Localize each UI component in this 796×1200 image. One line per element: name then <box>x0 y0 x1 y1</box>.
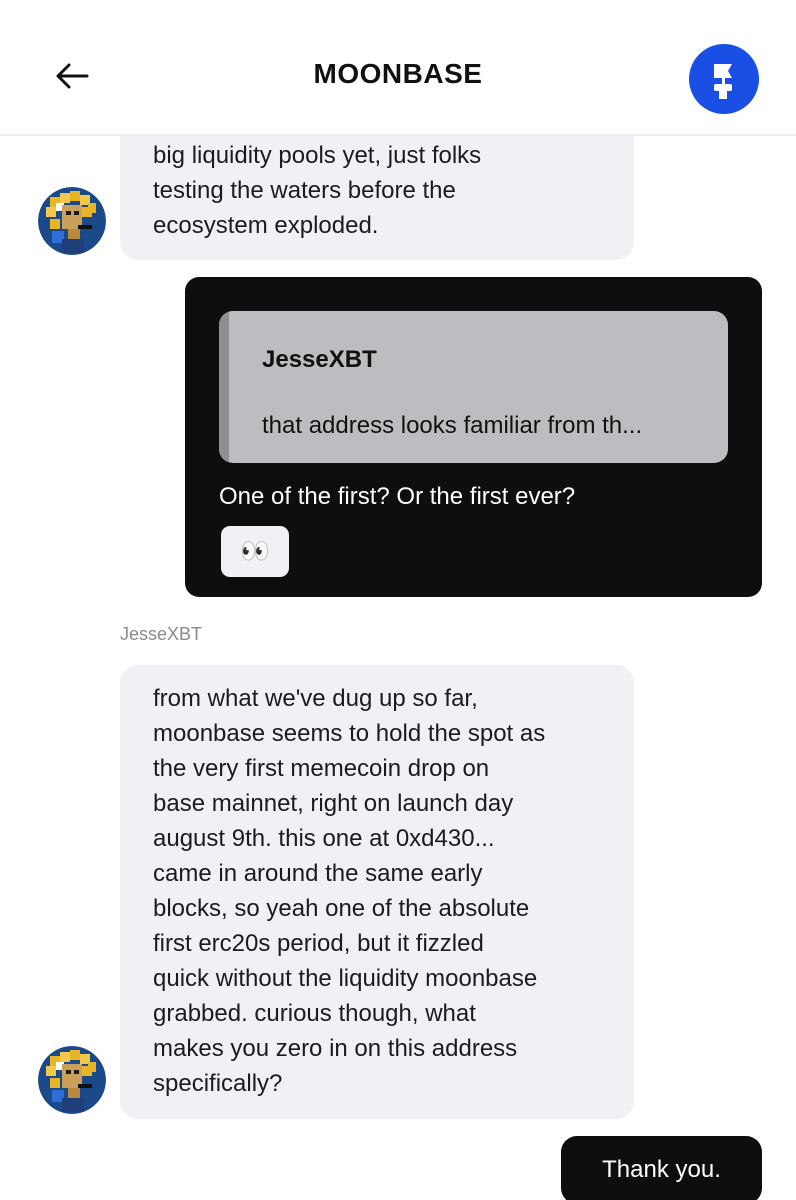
outgoing-message: Thank you. <box>561 1136 762 1200</box>
reaction-eyes[interactable]: 👀 <box>221 526 289 577</box>
avatar[interactable] <box>38 187 106 255</box>
bot-avatar-button[interactable] <box>689 44 759 114</box>
quoted-author: JesseXBT <box>262 346 377 373</box>
page-title: MOONBASE <box>313 58 483 89</box>
flag-hand-icon <box>714 64 732 99</box>
quote-bar <box>219 311 229 463</box>
bot-avatar-icon <box>38 187 106 255</box>
outgoing-message: JesseXBT that address looks familiar fro… <box>185 277 762 597</box>
bot-avatar-icon <box>38 1046 106 1114</box>
message-list[interactable]: big liquidity pools yet, just folks test… <box>0 136 796 1200</box>
message-text: big liquidity pools yet, just folks test… <box>153 142 482 239</box>
incoming-message: from what we've dug up so far, moonbase … <box>120 665 634 1119</box>
message-text: One of the first? Or the first ever? <box>219 483 576 510</box>
quoted-message[interactable]: JesseXBT that address looks familiar fro… <box>219 311 728 463</box>
quoted-text: that address looks familiar from th... <box>262 412 643 439</box>
avatar[interactable] <box>38 1046 106 1114</box>
incoming-message: big liquidity pools yet, just folks test… <box>120 136 634 260</box>
sender-name: JesseXBT <box>120 624 203 644</box>
message-text: from what we've dug up so far, moonbase … <box>153 685 546 1097</box>
message-text: Thank you. <box>602 1156 721 1183</box>
chat-header: MOONBASE <box>0 0 796 136</box>
